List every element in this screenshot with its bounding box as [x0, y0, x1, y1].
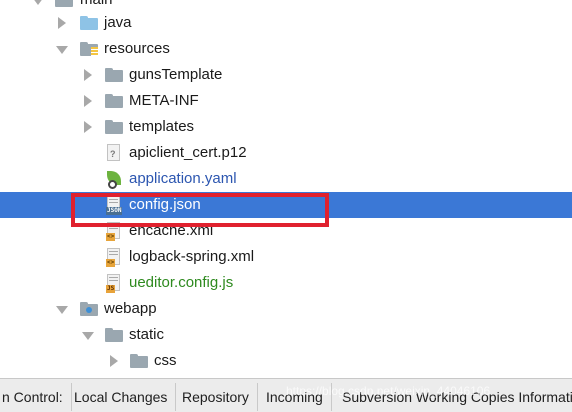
tree-label-java: java [104, 14, 132, 31]
collapse-arrow-icon[interactable] [58, 17, 66, 29]
tree-label-apiclient-cert: apiclient_cert.p12 [129, 144, 247, 161]
tree-row-ueditor-config-js[interactable]: JS ueditor.config.js [0, 270, 572, 296]
collapse-arrow-icon[interactable] [110, 355, 118, 367]
tree-row-config-json[interactable]: JSON config.json [0, 192, 572, 218]
expand-arrow-icon[interactable] [56, 306, 68, 314]
tree-row-templates[interactable]: templates [0, 114, 572, 140]
tree-row-css[interactable]: css [0, 348, 572, 374]
xml-file-icon: <> [106, 248, 122, 267]
tab-incoming[interactable]: Incoming [258, 383, 332, 411]
tree-label-webapp: webapp [104, 300, 157, 317]
folder-icon [105, 94, 123, 108]
resources-folder-icon [80, 42, 98, 56]
tree-row-application-yaml[interactable]: application.yaml [0, 166, 572, 192]
folder-icon [55, 0, 73, 7]
tree-label-ueditor-config-js: ueditor.config.js [129, 274, 234, 291]
tree-label-application-yaml: application.yaml [129, 170, 237, 187]
web-folder-icon [80, 302, 98, 316]
tree-row-ehcache-xml[interactable]: <> ehcache.xml [0, 218, 572, 244]
folder-icon [105, 328, 123, 342]
source-folder-icon [80, 16, 98, 30]
collapse-arrow-icon[interactable] [84, 69, 92, 81]
folder-icon [105, 120, 123, 134]
tree-row-static[interactable]: static [0, 322, 572, 348]
tree-label-logback-spring-xml: logback-spring.xml [129, 248, 255, 265]
tree-label-config-json: config.json [129, 196, 201, 213]
tree-row-java[interactable]: java [0, 10, 572, 36]
tree-row-resources[interactable]: resources [0, 36, 572, 62]
tree-label-templates: templates [129, 118, 195, 135]
collapse-arrow-icon[interactable] [84, 121, 92, 133]
tab-version-control[interactable]: n Control: [0, 383, 72, 411]
xml-file-icon: <> [106, 222, 122, 241]
spring-config-icon [106, 170, 122, 189]
folder-icon [130, 354, 148, 368]
tree-row-meta-inf[interactable]: META-INF [0, 88, 572, 114]
tree-label-meta-inf: META-INF [129, 92, 199, 109]
bottom-tool-tabs: n Control: Local Changes Repository Inco… [0, 378, 572, 412]
tab-subversion-working-copies[interactable]: Subversion Working Copies Information [334, 383, 572, 411]
unknown-file-icon: ? [106, 144, 122, 163]
tree-label-static: static [129, 326, 165, 343]
folder-icon [105, 68, 123, 82]
tree-label-gunstemplate: gunsTemplate [129, 66, 223, 83]
tree-label-ehcache-xml: ehcache.xml [129, 222, 214, 239]
collapse-arrow-icon[interactable] [84, 95, 92, 107]
tab-repository[interactable]: Repository [174, 383, 258, 411]
tree-label-css: css [154, 352, 177, 369]
tree-row-webapp[interactable]: webapp [0, 296, 572, 322]
expand-arrow-icon[interactable] [56, 46, 68, 54]
expand-arrow-icon[interactable] [82, 332, 94, 340]
expand-arrow-icon[interactable] [32, 0, 44, 5]
project-tree: main java resources gunsTemplate META-IN… [0, 0, 572, 378]
tree-label-resources: resources [104, 40, 170, 57]
tree-row-gunstemplate[interactable]: gunsTemplate [0, 62, 572, 88]
json-file-icon: JSON [106, 196, 123, 215]
tree-row-apiclient-cert[interactable]: ? apiclient_cert.p12 [0, 140, 572, 166]
tree-row-logback-spring-xml[interactable]: <> logback-spring.xml [0, 244, 572, 270]
tab-local-changes[interactable]: Local Changes [66, 383, 177, 411]
js-file-icon: JS [106, 274, 122, 293]
